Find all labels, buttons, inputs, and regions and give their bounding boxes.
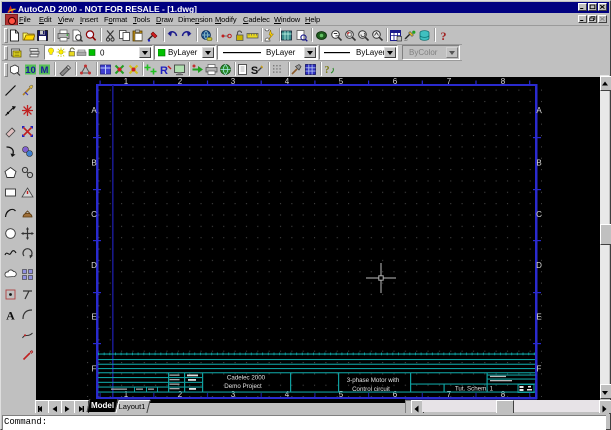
svg-text:E: E	[91, 313, 96, 322]
svg-text:8: 8	[501, 390, 506, 399]
svg-text:R: R	[160, 65, 168, 76]
svg-text:4: 4	[285, 390, 290, 399]
svg-text:D: D	[536, 261, 542, 270]
svg-text:6: 6	[393, 390, 398, 399]
svg-text:2: 2	[178, 77, 183, 86]
svg-text:?: ?	[325, 65, 330, 76]
svg-text:F: F	[92, 365, 97, 374]
svg-text:Demo Project: Demo Project	[224, 383, 262, 390]
svg-text:?: ?	[441, 29, 447, 42]
svg-text:4: 4	[285, 77, 290, 86]
svg-text:7: 7	[447, 390, 452, 399]
svg-text:Cadelec 2000: Cadelec 2000	[227, 375, 266, 382]
svg-text:2: 2	[178, 390, 183, 399]
svg-text:S: S	[251, 65, 258, 76]
svg-text:F: F	[537, 365, 542, 374]
svg-text:6: 6	[393, 77, 398, 86]
svg-text:0: 0	[100, 49, 105, 58]
svg-text:B: B	[536, 159, 541, 168]
svg-text:A: A	[91, 106, 97, 115]
svg-text:Control circuit: Control circuit	[352, 386, 390, 393]
svg-text:M: M	[41, 65, 49, 76]
svg-text:7: 7	[447, 77, 452, 86]
svg-text:D: D	[91, 261, 97, 270]
svg-text:1: 1	[124, 77, 129, 86]
svg-text:E: E	[536, 313, 541, 322]
svg-text:C: C	[536, 210, 542, 219]
svg-text:5: 5	[339, 390, 344, 399]
svg-text:3: 3	[231, 390, 236, 399]
svg-text:Tut. Schem. 1: Tut. Schem. 1	[455, 386, 494, 393]
svg-text:8: 8	[501, 77, 506, 86]
svg-text:3-phase Motor with: 3-phase Motor with	[347, 377, 400, 384]
svg-text:A: A	[6, 309, 15, 322]
svg-text:B: B	[91, 159, 96, 168]
svg-text:10: 10	[25, 65, 36, 76]
svg-text:C: C	[91, 210, 97, 219]
svg-text:1: 1	[124, 390, 129, 399]
svg-text:A: A	[536, 106, 542, 115]
svg-text:3: 3	[231, 77, 236, 86]
svg-text:5: 5	[339, 77, 344, 86]
